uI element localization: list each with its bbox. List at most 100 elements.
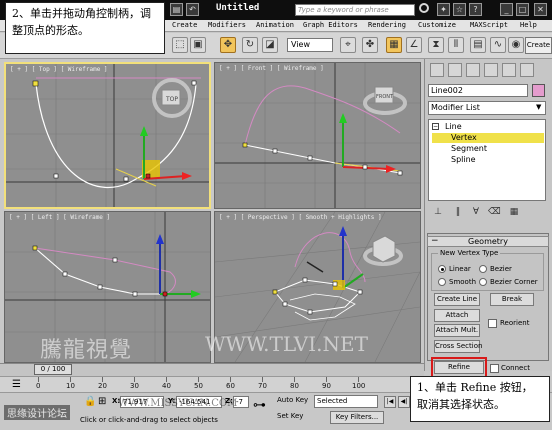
tick-label: 30: [130, 382, 139, 390]
layer-manager-icon[interactable]: ▤: [470, 37, 486, 53]
angle-snap-icon[interactable]: ∠: [406, 37, 422, 53]
stack-item-spline[interactable]: Spline: [451, 155, 476, 164]
radio-bezier[interactable]: [479, 265, 487, 273]
chevron-down-icon[interactable]: ▼: [536, 103, 544, 112]
radio-bezier-corner-label: Bezier Corner: [490, 278, 538, 286]
show-end-result-icon[interactable]: ‖: [452, 205, 464, 219]
menu-rendering[interactable]: Rendering: [368, 21, 406, 29]
select-scale-icon[interactable]: ◪: [262, 37, 278, 53]
track-bar-icon[interactable]: ☰: [12, 379, 21, 390]
select-region-icon[interactable]: ⬚: [172, 37, 188, 53]
create-line-button[interactable]: Create Line: [434, 293, 480, 306]
prompt-line: Click or click-and-drag to select object…: [80, 416, 218, 424]
go-to-start-icon[interactable]: |◀: [384, 396, 396, 408]
viewport-top[interactable]: TOP [ + ] [ Top ] [ Wireframe ]: [4, 62, 211, 209]
set-key-button[interactable]: Set Key: [277, 412, 313, 424]
track-bar[interactable]: ☰ 0 10 20 30 40 50 60 70 80 90 100: [0, 376, 424, 392]
object-color-swatch[interactable]: [532, 84, 545, 97]
radio-smooth[interactable]: [438, 278, 446, 286]
utilities-tab-icon[interactable]: [520, 63, 534, 77]
menu-modifiers[interactable]: Modifiers: [208, 21, 246, 29]
time-slider-thumb[interactable]: 0 / 100: [34, 364, 72, 375]
new-vertex-type-label: New Vertex Type: [438, 249, 501, 257]
stack-item-vertex[interactable]: Vertex: [451, 133, 477, 142]
remove-modifier-icon[interactable]: ⌫: [488, 205, 501, 219]
save-icon[interactable]: ▤: [170, 3, 183, 16]
attach-mult-button[interactable]: Attach Mult.: [434, 324, 480, 337]
cross-section-button[interactable]: Cross Section: [434, 340, 482, 353]
pin-stack-icon[interactable]: ⊥: [432, 205, 444, 219]
subscription-icon[interactable]: ✦: [437, 3, 450, 16]
reorient-checkbox[interactable]: [488, 319, 497, 328]
geometry-rollout-title[interactable]: Geometry: [427, 236, 549, 247]
stack-item-segment[interactable]: Segment: [451, 144, 487, 153]
tick-label: 10: [66, 382, 75, 390]
watermark-logo: 騰龍視覺: [40, 338, 133, 363]
radio-linear[interactable]: [438, 265, 446, 273]
menu-graph-editors[interactable]: Graph Editors: [303, 21, 358, 29]
mirror-icon[interactable]: ⧗: [428, 37, 444, 53]
key-icon[interactable]: ⊶: [253, 398, 266, 413]
viewport-left-label[interactable]: [ + ] [ Left ] [ Wireframe ]: [9, 214, 110, 221]
hierarchy-tab-icon[interactable]: [466, 63, 480, 77]
rollout-collapse-icon[interactable]: −: [431, 236, 439, 246]
radio-bezier-label: Bezier: [490, 265, 512, 273]
auto-key-button[interactable]: Auto Key: [277, 396, 313, 408]
reference-coordinate-dropdown[interactable]: View: [287, 38, 333, 52]
viewport-front-label[interactable]: [ + ] [ Front ] [ Wireframe ]: [219, 65, 324, 72]
radio-bezier-corner[interactable]: [479, 278, 487, 286]
menu-maxscript[interactable]: MAXScript: [470, 21, 508, 29]
create-tab-icon[interactable]: [430, 63, 444, 77]
callout-step-2: 2、单击并拖动角控制柄，调整顶点的形态。: [5, 2, 165, 54]
stack-selection-highlight: [432, 133, 544, 143]
minimize-button[interactable]: _: [500, 3, 513, 16]
tick-label: 70: [258, 382, 267, 390]
key-filters-button[interactable]: Key Filters...: [330, 411, 384, 424]
search-input[interactable]: Type a keyword or phrase: [295, 4, 415, 16]
previous-frame-icon[interactable]: ◀|: [398, 396, 410, 408]
menu-animation[interactable]: Animation: [256, 21, 294, 29]
make-unique-icon[interactable]: ∀: [470, 205, 482, 219]
align-icon[interactable]: ⫴: [448, 37, 464, 53]
attach-button[interactable]: Attach: [434, 309, 480, 322]
help-icon[interactable]: ?: [469, 3, 482, 16]
connect-checkbox[interactable]: [490, 364, 499, 373]
select-manipulate-icon[interactable]: ✤: [362, 37, 378, 53]
stack-item-line[interactable]: Line: [445, 122, 462, 131]
menu-customize[interactable]: Customize: [418, 21, 456, 29]
select-move-icon[interactable]: ✥: [220, 37, 236, 53]
reorient-label: Reorient: [500, 319, 530, 327]
search-icon[interactable]: [419, 3, 429, 13]
menu-create[interactable]: Create: [172, 21, 197, 29]
key-selection-dropdown[interactable]: Selected: [314, 395, 378, 408]
tick-label: 20: [98, 382, 107, 390]
window-crossing-icon[interactable]: ▣: [190, 37, 206, 53]
pivot-icon[interactable]: ⌖: [340, 37, 356, 53]
display-tab-icon[interactable]: [502, 63, 516, 77]
create-selection-set-button[interactable]: Create: [525, 37, 552, 54]
lock-selection-icon[interactable]: 🔒: [84, 396, 96, 407]
motion-tab-icon[interactable]: [484, 63, 498, 77]
object-name-field[interactable]: Line002: [428, 84, 528, 97]
undo-icon[interactable]: ↶: [186, 3, 199, 16]
menu-help[interactable]: Help: [520, 21, 537, 29]
collapse-icon[interactable]: −: [432, 123, 439, 130]
curve-editor-icon[interactable]: ∿: [490, 37, 506, 53]
configure-sets-icon[interactable]: ▦: [508, 205, 520, 219]
absolute-mode-icon[interactable]: ⊞: [98, 396, 106, 407]
select-rotate-icon[interactable]: ↻: [242, 37, 258, 53]
maximize-button[interactable]: □: [516, 3, 529, 16]
communication-icon[interactable]: ☆: [453, 3, 466, 16]
close-button[interactable]: ✕: [534, 3, 547, 16]
break-button[interactable]: Break: [490, 293, 534, 306]
material-editor-icon[interactable]: ◉: [508, 37, 524, 53]
top-viewport-scene: TOP: [6, 64, 209, 207]
viewport-front[interactable]: FRONT [ + ] [ Front ] [ Wireframe ]: [214, 62, 421, 209]
modify-tab-icon[interactable]: [448, 63, 462, 77]
viewport-top-label[interactable]: [ + ] [ Top ] [ Wireframe ]: [10, 66, 108, 73]
viewport-perspective-label[interactable]: [ + ] [ Perspective ] [ Smooth + Highlig…: [219, 214, 382, 221]
snaps-toggle-icon[interactable]: ▦: [386, 37, 402, 53]
watermark-small: WWW.MISSYUAN.COM: [118, 398, 238, 409]
modifier-list-dropdown[interactable]: Modifier List: [428, 101, 546, 115]
tick-label: 40: [162, 382, 171, 390]
